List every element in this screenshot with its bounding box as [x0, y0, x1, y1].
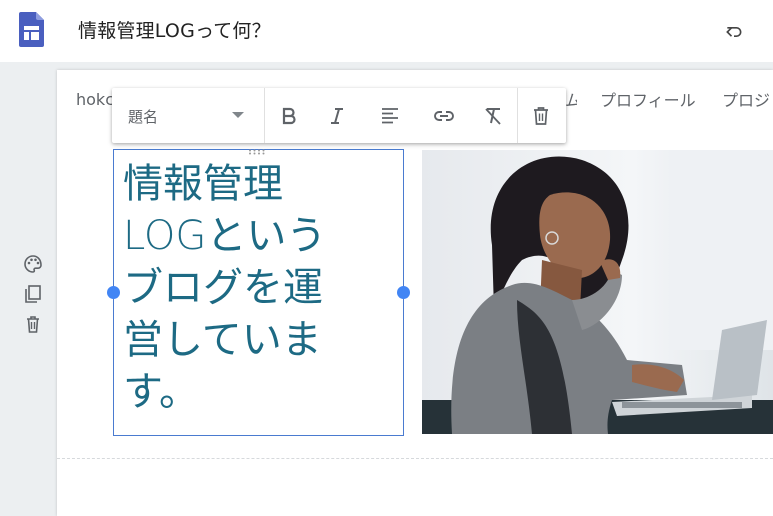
- title-textbox[interactable]: 情報管理 LOGという ブログを運 営していま す。: [113, 149, 404, 436]
- duplicate-icon: [25, 285, 41, 303]
- duplicate-section-button[interactable]: [22, 282, 44, 306]
- italic-button[interactable]: [324, 103, 350, 129]
- text-format-toolbar: 題名: [112, 88, 566, 143]
- delete-icon: [534, 107, 548, 125]
- text-line: 営していま: [123, 317, 322, 363]
- undo-icon: [726, 27, 742, 37]
- align-left-icon: [382, 108, 398, 124]
- bold-icon: [282, 107, 296, 125]
- nav-item-profile[interactable]: プロフィール: [600, 87, 696, 111]
- section-divider: [57, 458, 773, 459]
- google-sites-icon[interactable]: [19, 12, 44, 47]
- undo-button[interactable]: [722, 20, 746, 44]
- top-bar: 情報管理LOGって何？: [0, 0, 773, 62]
- site-name[interactable]: hokc: [76, 90, 114, 109]
- delete-textbox-button[interactable]: [528, 103, 554, 129]
- palette-button[interactable]: [22, 252, 44, 276]
- woman-laptop-photo[interactable]: [422, 150, 773, 434]
- textbox-move-grip[interactable]: [248, 149, 266, 155]
- text-line: ブログを運: [123, 265, 323, 311]
- link-button[interactable]: [431, 103, 457, 129]
- toolbar-divider: [264, 88, 265, 143]
- text-line: 情報管理: [123, 161, 283, 207]
- clear-format-icon: [485, 108, 501, 125]
- section-tools: [22, 252, 44, 342]
- text-style-dropdown[interactable]: 題名: [112, 88, 264, 143]
- bold-button[interactable]: [276, 103, 302, 129]
- clear-format-button[interactable]: [480, 103, 506, 129]
- palette-icon: [24, 255, 42, 273]
- align-button[interactable]: [377, 103, 403, 129]
- toolbar-divider: [517, 88, 518, 143]
- delete-icon: [27, 316, 39, 333]
- text-line: す。: [123, 369, 199, 415]
- nav-item-project[interactable]: プロジ: [722, 87, 770, 111]
- resize-handle-left[interactable]: [107, 286, 120, 299]
- caret-down-icon: [232, 112, 244, 118]
- link-icon: [434, 111, 454, 121]
- document-title[interactable]: 情報管理LOGって何？: [78, 16, 271, 43]
- textbox-content[interactable]: 情報管理 LOGという ブログを運 営していま す。: [123, 158, 393, 418]
- italic-icon: [331, 108, 343, 124]
- text-line: LOGという: [123, 213, 327, 259]
- text-style-value: 題名: [128, 108, 159, 126]
- resize-handle-right[interactable]: [397, 286, 410, 299]
- delete-section-button[interactable]: [22, 312, 44, 336]
- nav-item-hidden[interactable]: ム: [565, 87, 577, 111]
